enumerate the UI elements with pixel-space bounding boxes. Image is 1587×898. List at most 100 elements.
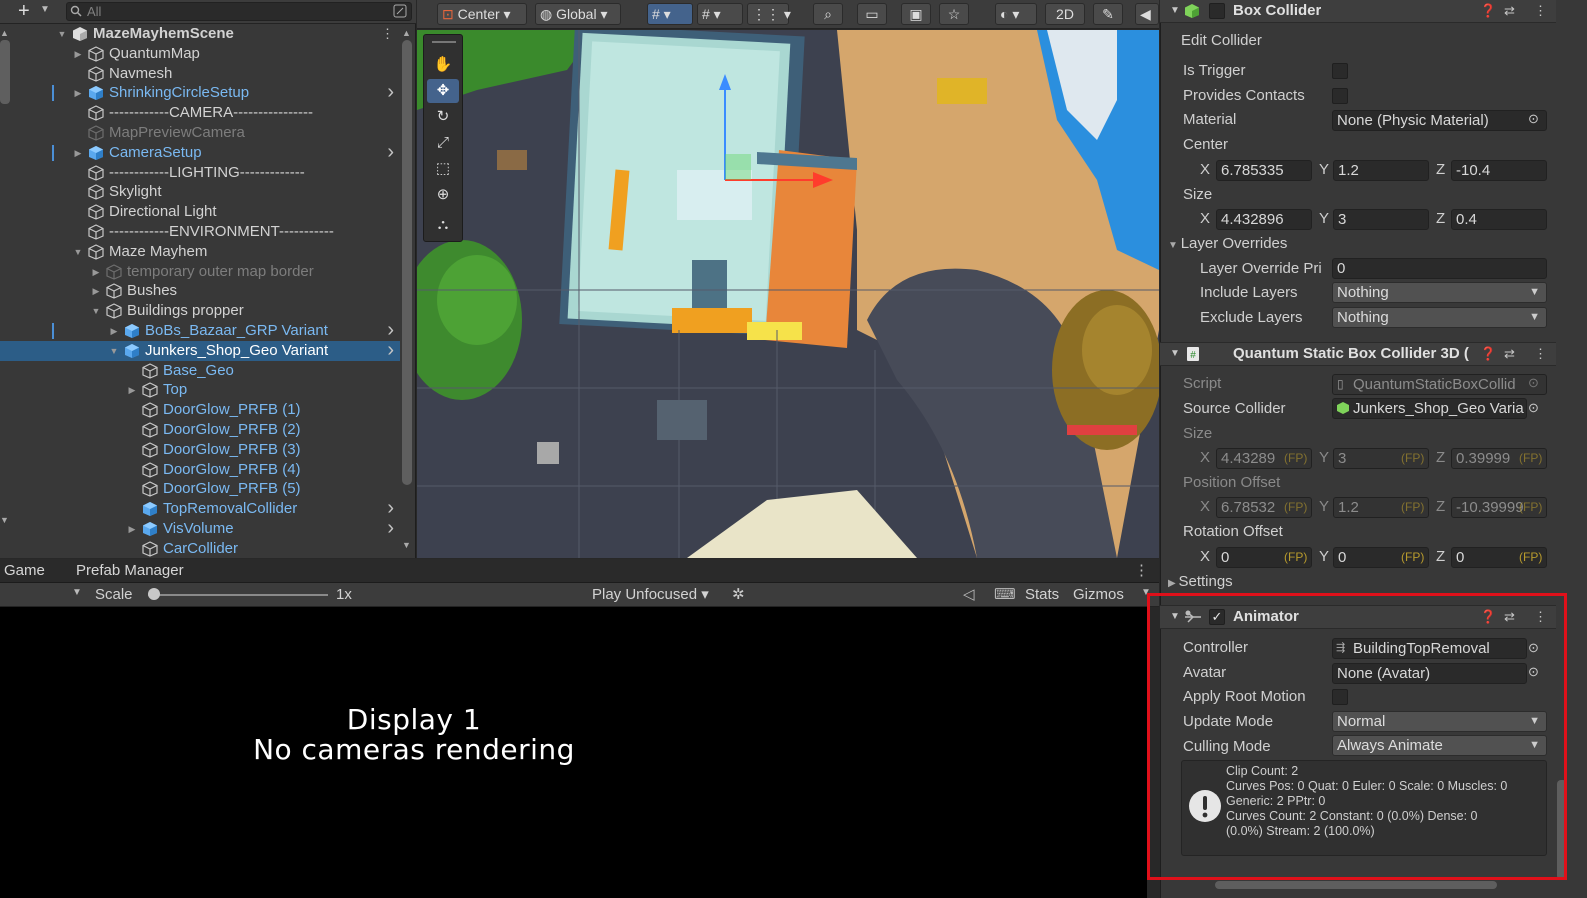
hierarchy-row[interactable]: DoorGlow_PRFB (3) <box>0 440 400 460</box>
settings-foldout[interactable]: ▶ Settings <box>1168 572 1233 594</box>
game-view[interactable]: Display 1 No cameras rendering <box>0 607 1147 898</box>
add-dropdown-icon[interactable]: ▼ <box>40 4 50 15</box>
transform-tool[interactable]: ⊕ <box>427 183 459 207</box>
audio-toggle[interactable]: ◀ <box>1135 3 1159 25</box>
hierarchy-row[interactable]: DoorGlow_PRFB (5) <box>0 479 400 499</box>
component-menu-icon[interactable]: ⋮ <box>1534 3 1547 19</box>
hierarchy-row[interactable]: Directional Light <box>0 202 400 222</box>
center-z-field[interactable]: -10.4 <box>1451 160 1547 181</box>
size-x-field[interactable]: 4.432896 <box>1216 209 1312 230</box>
object-picker-icon[interactable]: ⊙ <box>1528 400 1539 416</box>
search-tool-button[interactable]: ⌕ <box>813 3 843 25</box>
scene-view[interactable] <box>417 30 1159 558</box>
add-button[interactable]: + <box>18 0 30 22</box>
increment-snap-toggle[interactable]: ⋮⋮ ▾ <box>747 3 791 25</box>
center-x-field[interactable]: 6.785335 <box>1216 160 1312 181</box>
expand-arrow-icon[interactable]: ▼ <box>90 301 102 321</box>
scale-tool[interactable]: ⤢ <box>427 131 459 155</box>
hierarchy-search-input[interactable]: All <box>66 2 412 21</box>
hierarchy-row[interactable]: DoorGlow_PRFB (4) <box>0 460 400 480</box>
hierarchy-row[interactable]: ▼ Buildings propper <box>0 301 400 321</box>
camera-tool-button[interactable]: ▭ <box>857 3 887 25</box>
hierarchy-row[interactable]: ▶ QuantumMap <box>0 44 400 64</box>
mute-audio-icon[interactable]: ◁ <box>963 585 975 605</box>
lighting-toggle[interactable]: ✎ <box>1093 3 1123 25</box>
collapse-arrow-icon[interactable]: ▶ <box>126 380 138 400</box>
move-tool[interactable]: ✥ <box>427 79 459 103</box>
custom-tool[interactable]: ⛬ <box>427 213 459 237</box>
hierarchy-row[interactable]: ------------CAMERA---------------- <box>0 103 400 123</box>
source-collider-field[interactable]: Junkers_Shop_Geo Varia <box>1332 398 1527 419</box>
size-y-field[interactable]: 3 <box>1333 209 1429 230</box>
edit-collider-button[interactable]: Edit Collider <box>1181 30 1547 52</box>
collapse-arrow-icon[interactable]: ▶ <box>72 143 84 163</box>
material-field[interactable]: None (Physic Material) <box>1332 110 1547 131</box>
layer-priority-field[interactable]: 0 <box>1332 258 1547 279</box>
grid-visibility-toggle[interactable]: # ▾ <box>697 3 743 25</box>
object-picker-icon[interactable]: ⊙ <box>1528 111 1539 127</box>
scale-slider[interactable] <box>148 594 328 596</box>
collapse-arrow-icon[interactable]: ▶ <box>108 321 120 341</box>
collapse-arrow-icon[interactable]: ▶ <box>72 44 84 64</box>
collapse-arrow-icon[interactable]: ▶ <box>126 519 138 539</box>
gizmos-button[interactable]: Gizmos <box>1073 585 1124 605</box>
open-prefab-arrow-icon[interactable]: › <box>387 82 394 102</box>
stats-button[interactable]: Stats <box>1025 585 1059 605</box>
scene-menu-icon[interactable]: ⋮ <box>381 24 394 44</box>
game-menu-icon[interactable]: ⋮ <box>1134 559 1149 583</box>
bug-icon[interactable]: ✲ <box>732 585 745 605</box>
open-prefab-arrow-icon[interactable]: › <box>387 498 394 518</box>
scroll-up-icon[interactable]: ▲ <box>402 28 411 38</box>
left-scroll-up-icon[interactable]: ▲ <box>0 28 9 38</box>
quantum-collider-header[interactable]: ▼ # Quantum Static Box Collider 3D ( ❓ ⇄… <box>1160 342 1566 366</box>
hierarchy-row[interactable]: ▶ VisVolume › <box>0 518 400 539</box>
tab-game[interactable]: Game <box>4 559 45 583</box>
hierarchy-row[interactable]: CarCollider <box>0 539 400 559</box>
hierarchy-row[interactable]: ▶ temporary outer map border <box>0 262 400 282</box>
display-dropdown-icon[interactable]: ▼ <box>72 587 82 598</box>
expand-arrow-icon[interactable]: ▼ <box>108 341 120 361</box>
space-mode-dropdown[interactable]: ◍ Global ▾ <box>535 3 621 25</box>
provides-contacts-checkbox[interactable] <box>1332 88 1348 104</box>
preset-icon[interactable]: ⇄ <box>1504 3 1515 19</box>
grid-snap-toggle[interactable]: # ▾ <box>647 3 693 25</box>
layer-overrides-foldout[interactable]: ▼ Layer Overrides <box>1168 234 1287 256</box>
hierarchy-row[interactable]: ▶ CameraSetup › <box>0 142 400 163</box>
hierarchy-row[interactable]: ------------ENVIRONMENT----------- <box>0 222 400 242</box>
favorite-button[interactable]: ☆ <box>939 3 969 25</box>
collapse-arrow-icon[interactable]: ▶ <box>72 83 84 103</box>
help-icon[interactable]: ❓ <box>1480 3 1496 19</box>
keyboard-icon[interactable]: ⌨ <box>994 585 1016 605</box>
left-scroll-down-icon[interactable]: ▼ <box>0 515 9 525</box>
hierarchy-row[interactable]: ▶ Bushes <box>0 281 400 301</box>
search-options-icon[interactable] <box>393 4 407 18</box>
foldout-icon[interactable]: ▼ <box>1170 348 1180 359</box>
play-mode-dropdown[interactable]: Play Unfocused ▾ <box>592 585 709 605</box>
scale-slider-handle[interactable] <box>148 588 160 600</box>
hierarchy-row[interactable]: ▶ BoBs_Bazaar_GRP Variant › <box>0 320 400 341</box>
rotate-tool[interactable]: ↻ <box>427 105 459 129</box>
hierarchy-row[interactable]: ▼ Maze Mayhem <box>0 242 400 262</box>
exclude-layers-dropdown[interactable]: Nothing ▼ <box>1332 307 1547 328</box>
hierarchy-row[interactable]: MapPreviewCamera <box>0 123 400 143</box>
box-collider-enabled-checkbox[interactable] <box>1209 3 1225 19</box>
hierarchy-row[interactable]: DoorGlow_PRFB (1) <box>0 400 400 420</box>
hierarchy-row[interactable]: ▼ MazeMayhemScene ⋮ <box>0 24 400 44</box>
foldout-icon[interactable]: ▼ <box>1170 5 1180 16</box>
open-prefab-arrow-icon[interactable]: › <box>387 320 394 340</box>
inspector-horizontal-scroll-thumb[interactable] <box>1215 881 1497 889</box>
box-collider-header[interactable]: ▼ Box Collider ❓ ⇄ ⋮ <box>1160 0 1566 23</box>
video-tool-button[interactable]: ▣ <box>901 3 931 25</box>
hierarchy-scroll-thumb[interactable] <box>402 40 412 485</box>
hierarchy-row[interactable]: Base_Geo <box>0 361 400 381</box>
hierarchy-row[interactable]: ▶ Top <box>0 380 400 400</box>
scroll-down-icon[interactable]: ▼ <box>402 540 411 550</box>
pivot-mode-dropdown[interactable]: ⊡ Center ▾ <box>437 3 527 25</box>
hierarchy-row[interactable]: ▼ Junkers_Shop_Geo Variant › <box>0 340 400 361</box>
hierarchy-row[interactable]: ▶ ShrinkingCircleSetup › <box>0 82 400 103</box>
include-layers-dropdown[interactable]: Nothing ▼ <box>1332 282 1547 303</box>
shading-mode-dropdown[interactable]: ◐ ▾ <box>995 3 1037 25</box>
rect-tool[interactable]: ⬚ <box>427 157 459 181</box>
open-prefab-arrow-icon[interactable]: › <box>387 518 394 538</box>
collapse-arrow-icon[interactable]: ▶ <box>90 281 102 301</box>
